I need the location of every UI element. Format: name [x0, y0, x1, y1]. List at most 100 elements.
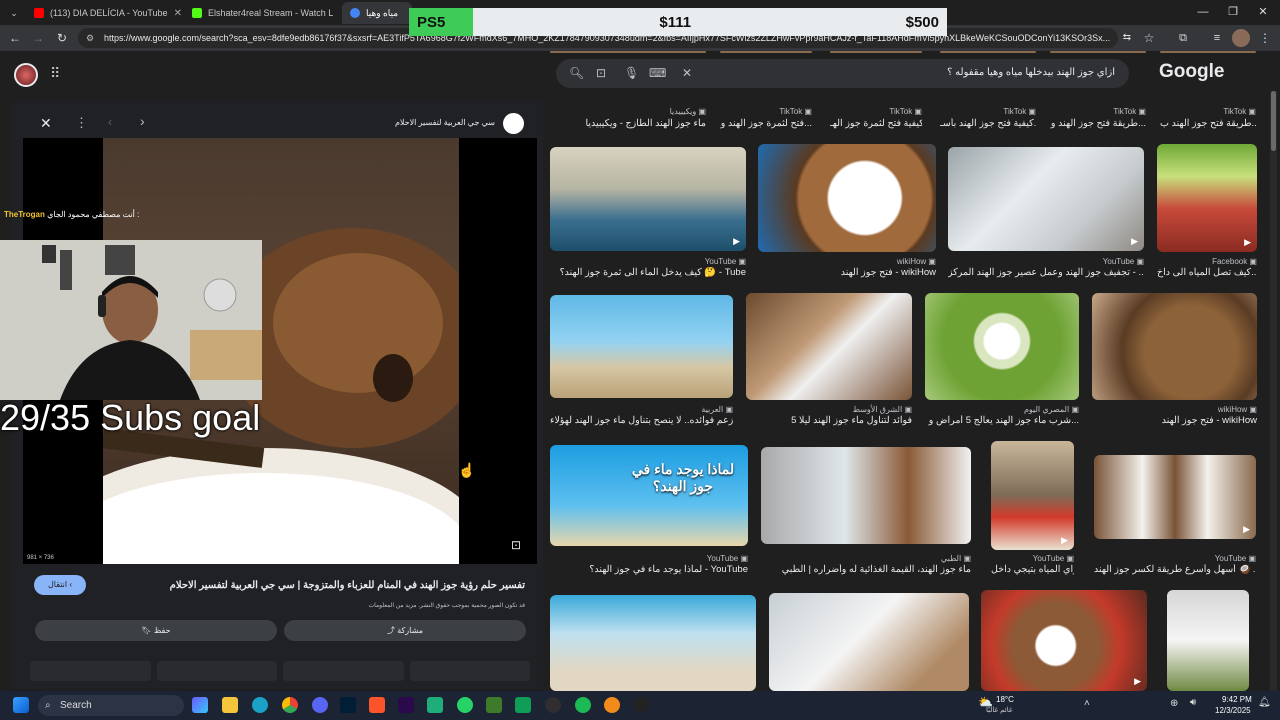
save-button[interactable]: 🔖︎ حفظ — [35, 620, 277, 641]
result-title[interactable]: كيفية فتح جوز الهند بأسـ... — [940, 118, 1036, 129]
close-viewer-icon[interactable]: ✕ — [40, 115, 52, 132]
result-title[interactable]: كيف تصل المياه الى داخ... — [1157, 267, 1257, 278]
page-scrollbar[interactable] — [1270, 91, 1277, 691]
result-thumb[interactable] — [720, 51, 812, 53]
whatsapp-icon[interactable] — [457, 697, 473, 713]
extensions-icon[interactable]: ⧉ — [1174, 29, 1192, 47]
discord-icon[interactable] — [312, 697, 328, 713]
brave-icon[interactable] — [369, 697, 385, 713]
result-title[interactable]: فتح جوز الهند - wikiHow — [758, 267, 936, 278]
apps-grid-icon[interactable]: ⠿ — [50, 65, 60, 82]
result-thumb[interactable] — [925, 293, 1079, 400]
maximize-icon[interactable]: ❐ — [1216, 0, 1250, 25]
obs-icon[interactable] — [545, 697, 561, 713]
result-source[interactable]: Facebook ▣ — [1157, 257, 1257, 266]
result-title[interactable]: كيفية فتح لثمرة جوز الهـ... — [830, 118, 922, 129]
result-title[interactable]: طريقة فتح جوز الهند ب... — [1160, 118, 1256, 129]
result-thumb[interactable]: ▶ — [1094, 455, 1256, 539]
result-thumb[interactable]: ▶ — [981, 590, 1147, 691]
copilot-icon[interactable] — [192, 697, 208, 713]
result-source[interactable]: wikiHow ▣ — [758, 257, 936, 266]
google-logo[interactable]: Google — [1159, 61, 1224, 83]
result-title[interactable]: 5 فوائد لتناول ماء جوز الهند ليلا — [746, 415, 912, 426]
result-thumb[interactable] — [746, 293, 912, 400]
result-thumb[interactable]: ▶ — [991, 441, 1074, 550]
result-title[interactable]: فتح جوز الهند - wikiHow — [1092, 415, 1257, 426]
menu-kebab-icon[interactable]: ⋮ — [1256, 29, 1274, 47]
close-window-icon[interactable]: ✕ — [1246, 0, 1280, 25]
site-info-icon[interactable]: ⚙ — [86, 28, 94, 48]
more-options-icon[interactable]: ⋮ — [75, 115, 88, 131]
vlc-icon[interactable] — [604, 697, 620, 713]
copyright-note[interactable]: قد تكون الصور محمية بموجب حقوق النشر. مز… — [368, 602, 525, 609]
result-source[interactable]: TikTok ▣ — [940, 107, 1036, 116]
media-icon[interactable]: ≡ — [1208, 29, 1226, 47]
tab-search-icon[interactable]: ⌄ — [6, 5, 22, 21]
result-source[interactable]: YouTube ▣ — [991, 554, 1074, 563]
close-icon[interactable]: ✕ — [333, 8, 339, 19]
result-title[interactable]: شرب ماء جوز الهند يعالج 5 أمراض و... — [925, 415, 1079, 426]
minecraft-icon[interactable] — [486, 697, 502, 713]
result-thumb[interactable] — [769, 593, 969, 691]
result-thumb[interactable]: ▶ — [550, 147, 746, 251]
result-thumb[interactable] — [550, 295, 733, 398]
lens-icon[interactable]: ⊡ — [596, 66, 606, 80]
bookmark-star-icon[interactable]: ☆ — [1140, 29, 1158, 47]
result-source[interactable]: TikTok ▣ — [1160, 107, 1256, 116]
tab-google[interactable]: مياه وهيا — [342, 2, 412, 24]
result-source[interactable]: الشرق الأوسط ▣ — [746, 405, 912, 414]
result-source[interactable]: YouTube ▣ — [550, 257, 746, 266]
chrome-icon[interactable] — [282, 697, 298, 713]
user-avatar[interactable] — [14, 63, 38, 87]
result-title[interactable]: طريقة فتح جوز الهند و... — [1050, 118, 1146, 129]
tray-chevron-icon[interactable]: ˄ — [1084, 698, 1090, 709]
keyboard-icon[interactable]: ⌨ — [649, 66, 666, 80]
forward-icon[interactable]: → — [29, 29, 47, 47]
media-player-icon[interactable] — [633, 697, 649, 713]
result-title[interactable]: أسهل وأسرع طريقة لكسر جوز الهند 🥥 ... — [1094, 564, 1256, 575]
search-query[interactable]: ازاي جوز الهند بيدخلها مياه وهيا مقفوله … — [947, 67, 1115, 78]
result-source[interactable]: TikTok ▣ — [1050, 107, 1146, 116]
result-source[interactable]: العربية ▣ — [550, 405, 733, 414]
next-image-icon[interactable]: › — [140, 113, 145, 129]
tab-kick[interactable]: Elshater4real Stream - Watch L ✕ — [184, 2, 339, 24]
tab-youtube[interactable]: (113) DIA DELÍCIA - YouTube ✕ — [26, 2, 181, 24]
prev-image-icon[interactable]: ‹ — [108, 115, 112, 129]
notification-icon[interactable]: 🔔︎ — [1258, 697, 1271, 708]
network-icon[interactable]: ⊕ — [1170, 698, 1178, 709]
weather-temp[interactable]: 18°C — [996, 695, 1014, 704]
result-title[interactable]: لماذا يوجد ماء في جوز الهند؟ - YouTube — [550, 564, 748, 575]
search-box[interactable]: 🔍︎ ⊡ 🎙︎ ⌨ ✕ ازاي جوز الهند بيدخلها مياه … — [556, 59, 1129, 88]
result-thumb[interactable] — [1160, 51, 1256, 53]
result-source[interactable]: YouTube ▣ — [550, 554, 748, 563]
minimize-icon[interactable]: — — [1186, 0, 1220, 25]
spotify-icon[interactable] — [575, 697, 591, 713]
result-source[interactable]: المصري اليوم ▣ — [925, 405, 1079, 414]
result-source[interactable]: الطبي ▣ — [761, 554, 971, 563]
result-thumb[interactable]: لماذا يوجد ماء في جوز الهند؟ — [550, 445, 748, 546]
result-thumb[interactable] — [1092, 293, 1257, 400]
result-source[interactable]: YouTube ▣ — [1094, 554, 1256, 563]
result-source[interactable]: ويكيبيديا ▣ — [550, 107, 706, 116]
result-title[interactable]: ازاي المياه بتيجي داخل... — [991, 564, 1074, 575]
mic-icon[interactable]: 🎙︎ — [624, 66, 639, 80]
result-thumb[interactable] — [550, 595, 756, 691]
result-title[interactable]: زعم فوائده.. لا ينصح بتناول ماء جوز الهن… — [550, 415, 733, 426]
result-thumb[interactable] — [550, 51, 706, 53]
result-source[interactable]: wikiHow ▣ — [1092, 405, 1257, 414]
taskbar-search[interactable]: ⌕ Search — [38, 695, 184, 716]
translate-icon[interactable]: ⇆ — [1118, 29, 1136, 47]
result-thumb[interactable] — [1167, 590, 1249, 691]
result-source[interactable]: TikTok ▣ — [720, 107, 812, 116]
clock-date[interactable]: 12/3/2025 — [1215, 706, 1251, 715]
result-thumb[interactable] — [1050, 51, 1146, 53]
result-thumb[interactable] — [758, 144, 936, 252]
premiere-icon[interactable] — [398, 697, 414, 713]
share-button[interactable]: ⤴ مشاركة — [284, 620, 526, 641]
clear-icon[interactable]: ✕ — [682, 66, 692, 80]
result-thumb[interactable] — [940, 51, 1036, 53]
search-icon[interactable]: 🔍︎ — [569, 66, 584, 80]
result-source[interactable]: YouTube ▣ — [948, 257, 1144, 266]
edge-icon[interactable] — [252, 697, 268, 713]
result-title[interactable]: ماء جوز الهند الطازج - ويكيبيديا — [550, 118, 707, 129]
